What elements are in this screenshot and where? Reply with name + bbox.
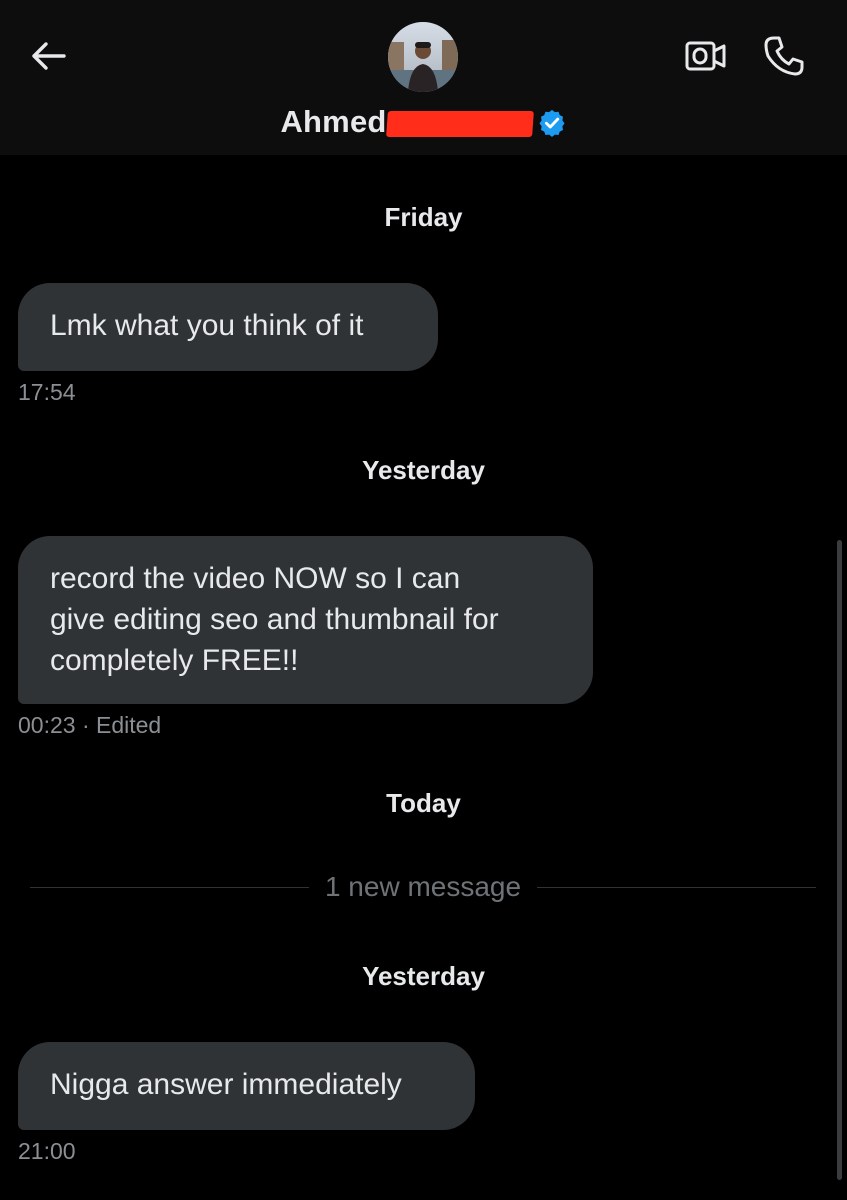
video-call-button[interactable] — [684, 36, 728, 76]
message-bubble[interactable]: record the video NOW so I can give editi… — [18, 536, 593, 704]
message-timestamp: 00:23 · Edited — [18, 712, 162, 738]
phone-icon — [764, 36, 804, 76]
scrollbar[interactable] — [837, 540, 842, 1180]
voice-call-button[interactable] — [762, 34, 806, 78]
new-message-divider: 1 new message — [30, 871, 817, 902]
arrow-left-icon — [32, 42, 66, 70]
date-separator: Today — [386, 788, 461, 818]
message-bubble[interactable]: Nigga answer immediately — [18, 1042, 475, 1130]
date-separator: Yesterday — [362, 455, 485, 485]
divider-line — [537, 886, 817, 888]
message-timestamp: 21:00 — [18, 1138, 76, 1164]
contact-name-row[interactable]: Ahmed — [0, 100, 847, 144]
message-bubble[interactable]: Lmk what you think of it — [18, 283, 438, 371]
back-button[interactable] — [26, 36, 70, 76]
date-separator: Friday — [384, 202, 463, 232]
date-separator: Yesterday — [362, 961, 485, 991]
contact-name: Ahmed — [280, 104, 387, 139]
profile-photo — [388, 22, 458, 92]
message-timestamp: 17:54 — [18, 379, 76, 405]
divider-line — [30, 886, 309, 888]
verified-badge-icon — [537, 108, 567, 138]
conversation-header: Ahmed — [0, 0, 847, 155]
new-message-label: 1 new message — [324, 871, 522, 902]
contact-avatar[interactable] — [388, 22, 458, 92]
redaction-mark — [385, 111, 534, 137]
video-camera-icon — [685, 41, 726, 71]
